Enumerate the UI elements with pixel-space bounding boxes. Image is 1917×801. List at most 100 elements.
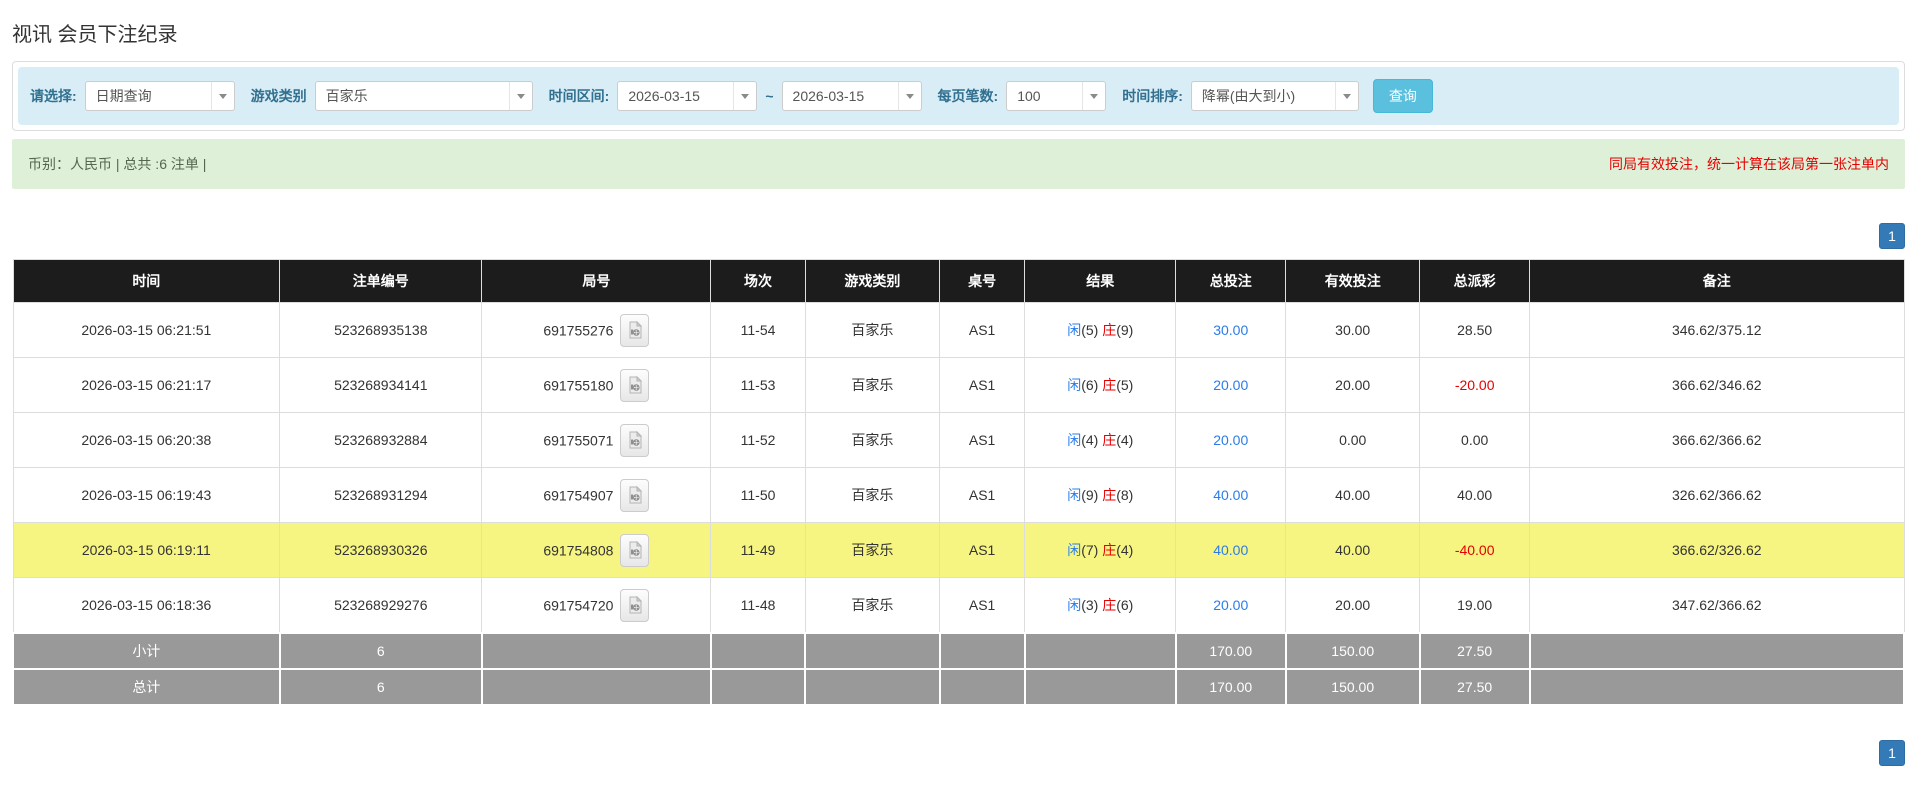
cell-valid-bet: 20.00 bbox=[1285, 357, 1421, 413]
cell-game-type: 百家乐 bbox=[804, 357, 941, 413]
round-number-text: 691755071 bbox=[543, 432, 614, 448]
cell-bet-number: 523268931294 bbox=[279, 467, 483, 523]
cell-total-bet: 20.00 bbox=[1175, 577, 1287, 634]
cell-round-number: 691755276 bbox=[481, 302, 712, 358]
cell-result: 闲(9) 庄(8) bbox=[1024, 467, 1177, 523]
cell-round-number: 691754907 bbox=[481, 467, 712, 523]
chevron-down-icon bbox=[210, 82, 234, 110]
footer-empty bbox=[709, 632, 807, 670]
column-header-8: 有效投注 bbox=[1285, 259, 1421, 303]
cell-valid-bet: 40.00 bbox=[1285, 522, 1421, 578]
date-from-select[interactable]: 2026-03-15 bbox=[617, 81, 758, 111]
footer-empty bbox=[1023, 668, 1177, 706]
total-bet-link[interactable]: 40.00 bbox=[1213, 487, 1248, 503]
cell-session: 11-54 bbox=[710, 302, 806, 358]
result-player-score: (5) bbox=[1081, 322, 1099, 338]
cell-table-number: AS1 bbox=[939, 412, 1026, 468]
chevron-down-icon bbox=[1334, 82, 1358, 110]
footer-count: 6 bbox=[278, 668, 483, 706]
column-header-3: 场次 bbox=[710, 259, 806, 303]
filter-panel: 请选择: 日期查询 游戏类别 百家乐 时间区间: 2026-03-15 ~ 20… bbox=[12, 61, 1905, 131]
video-icon[interactable] bbox=[620, 533, 650, 567]
column-header-4: 游戏类别 bbox=[804, 259, 941, 303]
cell-time: 2026-03-15 06:19:43 bbox=[12, 467, 281, 523]
sort-order-select[interactable]: 降幂(由大到小) bbox=[1190, 81, 1359, 111]
cell-total-bet: 20.00 bbox=[1175, 412, 1287, 468]
time-range-label: 时间区间: bbox=[548, 88, 610, 104]
table-row: 2026-03-15 06:21:17 523268934141 691755180… bbox=[12, 357, 1905, 413]
column-header-10: 备注 bbox=[1529, 259, 1905, 303]
result-banker-score: (5) bbox=[1116, 377, 1134, 393]
footer-empty bbox=[1528, 632, 1905, 670]
total-bet-link[interactable]: 20.00 bbox=[1213, 432, 1248, 448]
footer-empty bbox=[804, 668, 941, 706]
video-icon[interactable] bbox=[620, 368, 650, 402]
video-icon[interactable] bbox=[620, 478, 650, 512]
table-row: 2026-03-15 06:19:43 523268931294 691754907… bbox=[12, 467, 1905, 523]
video-icon[interactable] bbox=[620, 423, 650, 457]
cell-time: 2026-03-15 06:21:51 bbox=[12, 302, 281, 358]
video-icon[interactable] bbox=[620, 313, 650, 347]
page-title: 视讯 会员下注纪录 bbox=[12, 24, 178, 46]
total-bet-link[interactable]: 20.00 bbox=[1213, 377, 1248, 393]
video-icon[interactable] bbox=[620, 588, 650, 622]
query-button[interactable]: 查询 bbox=[1372, 79, 1433, 113]
footer-empty bbox=[1023, 632, 1177, 670]
footer-empty bbox=[1528, 668, 1905, 706]
round-number-text: 691755276 bbox=[543, 322, 614, 338]
cell-result: 闲(4) 庄(4) bbox=[1024, 412, 1177, 468]
query-type-select[interactable]: 日期查询 bbox=[84, 81, 235, 111]
cell-session: 11-48 bbox=[710, 577, 806, 634]
cell-result: 闲(6) 庄(5) bbox=[1024, 357, 1177, 413]
round-number-text: 691755180 bbox=[543, 377, 614, 393]
result-player-label: 闲 bbox=[1067, 377, 1082, 393]
result-banker-score: (8) bbox=[1116, 487, 1134, 503]
game-type-label: 游戏类别 bbox=[250, 88, 307, 104]
cell-total-bet: 40.00 bbox=[1175, 522, 1287, 578]
column-header-9: 总派彩 bbox=[1419, 259, 1530, 303]
footer-total-bet: 170.00 bbox=[1174, 632, 1287, 670]
summary-bar: 币别：人民币 | 总共 :6 注单 | 同局有效投注，统一计算在该局第一张注单内 bbox=[12, 139, 1905, 189]
summary-text: 币别：人民币 | 总共 :6 注单 | bbox=[28, 156, 207, 172]
cell-session: 11-52 bbox=[710, 412, 806, 468]
footer-label: 小计 bbox=[12, 632, 281, 670]
cell-table-number: AS1 bbox=[939, 522, 1026, 578]
cell-time: 2026-03-15 06:18:36 bbox=[12, 577, 281, 634]
page-size-label: 每页笔数: bbox=[937, 88, 999, 104]
cell-game-type: 百家乐 bbox=[804, 467, 941, 523]
cell-valid-bet: 30.00 bbox=[1285, 302, 1421, 358]
result-banker-label: 庄 bbox=[1102, 542, 1117, 558]
page-1-button[interactable]: 1 bbox=[1879, 740, 1905, 766]
result-player-label: 闲 bbox=[1067, 542, 1082, 558]
result-banker-score: (6) bbox=[1116, 597, 1134, 613]
cell-time: 2026-03-15 06:19:11 bbox=[12, 522, 281, 578]
result-banker-label: 庄 bbox=[1102, 487, 1117, 503]
footer-payout: 27.50 bbox=[1418, 632, 1531, 670]
cell-session: 11-50 bbox=[710, 467, 806, 523]
chevron-down-icon bbox=[1082, 82, 1105, 110]
footer-valid-bet: 150.00 bbox=[1284, 668, 1421, 706]
cell-game-type: 百家乐 bbox=[804, 412, 941, 468]
result-banker-label: 庄 bbox=[1102, 377, 1117, 393]
page-size-select[interactable]: 100 bbox=[1006, 81, 1107, 111]
page-1-button[interactable]: 1 bbox=[1879, 223, 1905, 249]
cell-bet-number: 523268934141 bbox=[279, 357, 483, 413]
footer-empty bbox=[938, 632, 1026, 670]
cell-session: 11-53 bbox=[710, 357, 806, 413]
total-bet-link[interactable]: 30.00 bbox=[1213, 322, 1248, 338]
cell-round-number: 691755180 bbox=[481, 357, 712, 413]
round-number-text: 691754808 bbox=[543, 542, 614, 558]
total-bet-link[interactable]: 20.00 bbox=[1213, 597, 1248, 613]
cell-valid-bet: 40.00 bbox=[1285, 467, 1421, 523]
filter-bar: 请选择: 日期查询 游戏类别 百家乐 时间区间: 2026-03-15 ~ 20… bbox=[18, 67, 1899, 125]
cell-note: 366.62/366.62 bbox=[1529, 412, 1905, 468]
result-player-score: (4) bbox=[1081, 432, 1099, 448]
total-bet-link[interactable]: 40.00 bbox=[1213, 542, 1248, 558]
result-player-score: (9) bbox=[1081, 487, 1099, 503]
footer-empty bbox=[709, 668, 807, 706]
game-type-select[interactable]: 百家乐 bbox=[314, 81, 533, 111]
cell-note: 366.62/326.62 bbox=[1529, 522, 1905, 578]
table-row: 2026-03-15 06:19:11 523268930326 691754808… bbox=[12, 522, 1905, 578]
date-to-select[interactable]: 2026-03-15 bbox=[781, 81, 922, 111]
game-type-value: 百家乐 bbox=[325, 88, 368, 104]
